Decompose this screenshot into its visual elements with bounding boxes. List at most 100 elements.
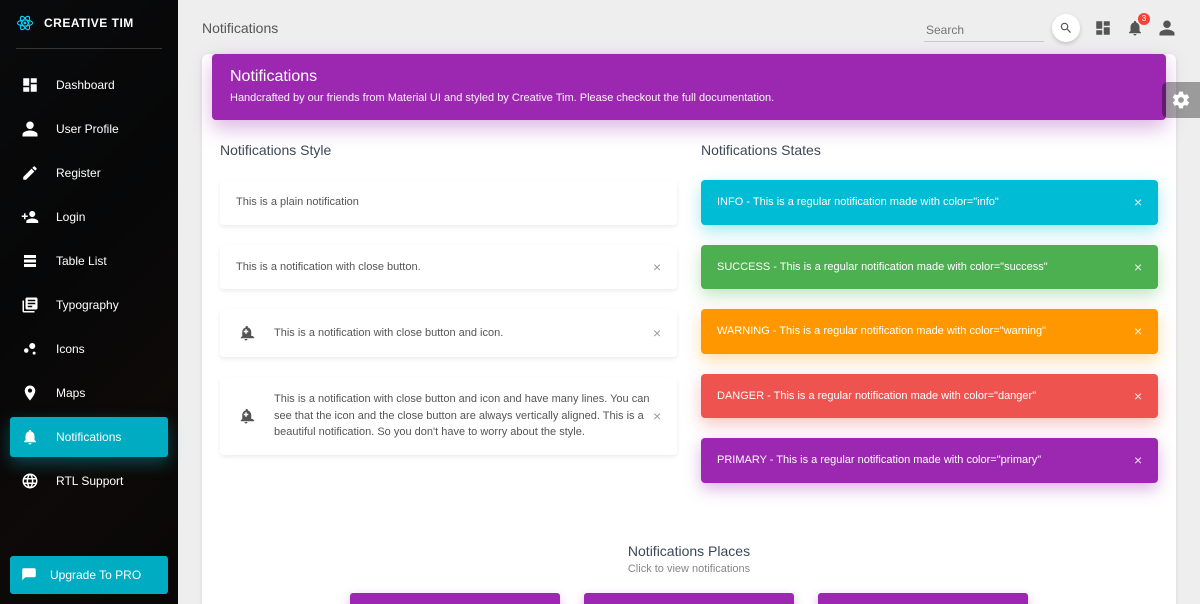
- sidebar-item-label: Typography: [56, 298, 119, 312]
- sidebar-item-register[interactable]: Register: [10, 153, 168, 193]
- alert-close-icon: This is a notification with close button…: [220, 309, 677, 357]
- places-title: Notifications Places: [220, 543, 1158, 559]
- location-icon: [20, 383, 40, 403]
- sidebar-item-label: Login: [56, 210, 85, 224]
- places-section: Notifications Places Click to view notif…: [202, 503, 1176, 604]
- sidebar-item-notifications[interactable]: Notifications: [10, 417, 168, 457]
- page-title: Notifications: [202, 20, 278, 36]
- alert-success: SUCCESS - This is a regular notification…: [701, 245, 1158, 290]
- topbar: Notifications 3: [202, 14, 1176, 42]
- alert-info: INFO - This is a regular notification ma…: [701, 180, 1158, 225]
- hero-title: Notifications: [230, 68, 1148, 86]
- sidebar-item-maps[interactable]: Maps: [10, 373, 168, 413]
- sidebar-item-label: Maps: [56, 386, 85, 400]
- sidebar: CREATIVE TIM Dashboard User Profile Regi…: [0, 0, 178, 604]
- sidebar-item-label: Icons: [56, 342, 85, 356]
- person-add-icon: [20, 207, 40, 227]
- top-center-button[interactable]: TOP CENTER: [584, 593, 794, 604]
- search-input[interactable]: [924, 19, 1044, 42]
- bell-icon: [20, 427, 40, 447]
- settings-fab[interactable]: [1162, 82, 1200, 118]
- top-right-button[interactable]: TOP RIGHT: [818, 593, 1028, 604]
- library-icon: [20, 295, 40, 315]
- states-column: Notifications States INFO - This is a re…: [701, 142, 1158, 503]
- sidebar-nav: Dashboard User Profile Register Login Ta…: [0, 55, 178, 546]
- link-material-ui[interactable]: Material UI: [388, 92, 441, 104]
- alert-primary: PRIMARY - This is a regular notification…: [701, 438, 1158, 483]
- sidebar-item-label: User Profile: [56, 122, 119, 136]
- brand-name: CREATIVE TIM: [44, 16, 134, 30]
- close-icon[interactable]: ×: [1134, 260, 1148, 274]
- sidebar-item-icons[interactable]: Icons: [10, 329, 168, 369]
- notifications-button[interactable]: 3: [1126, 19, 1144, 37]
- close-icon[interactable]: ×: [1134, 324, 1148, 338]
- search-icon: [1059, 21, 1073, 35]
- pencil-icon: [20, 163, 40, 183]
- close-icon[interactable]: ×: [653, 409, 667, 423]
- divider: [16, 48, 162, 49]
- close-icon[interactable]: ×: [1134, 389, 1148, 403]
- upgrade-wrap: Upgrade To PRO: [0, 546, 178, 604]
- top-left-button[interactable]: TOP LEFT: [350, 593, 560, 604]
- sidebar-item-label: Table List: [56, 254, 107, 268]
- hero-description: Handcrafted by our friends from Material…: [230, 92, 1148, 104]
- styles-column: Notifications Style This is a plain noti…: [220, 142, 677, 503]
- alert-message: SUCCESS - This is a regular notification…: [717, 259, 1142, 276]
- dashboard-button[interactable]: [1094, 19, 1112, 37]
- sidebar-item-dashboard[interactable]: Dashboard: [10, 65, 168, 105]
- sidebar-item-table-list[interactable]: Table List: [10, 241, 168, 281]
- table-icon: [20, 251, 40, 271]
- notifications-badge: 3: [1138, 13, 1150, 25]
- close-icon[interactable]: ×: [653, 260, 667, 274]
- sidebar-item-label: Dashboard: [56, 78, 115, 92]
- link-full-documentation[interactable]: full documentation: [682, 92, 771, 104]
- topbar-actions: 3: [924, 14, 1176, 42]
- places-subtitle: Click to view notifications: [220, 563, 1158, 575]
- alert-message: DANGER - This is a regular notification …: [717, 388, 1142, 405]
- search: [924, 14, 1080, 42]
- sidebar-item-label: Register: [56, 166, 101, 180]
- dashboard-icon: [1094, 19, 1112, 37]
- states-title: Notifications States: [701, 142, 1158, 158]
- places-buttons: TOP LEFT TOP CENTER TOP RIGHT: [220, 593, 1158, 604]
- content-card: Notifications Handcrafted by our friends…: [202, 54, 1176, 604]
- alert-close: This is a notification with close button…: [220, 245, 677, 290]
- sidebar-item-label: Notifications: [56, 430, 121, 444]
- styles-title: Notifications Style: [220, 142, 677, 158]
- person-icon: [20, 119, 40, 139]
- gear-icon: [1171, 90, 1191, 110]
- alert-message: This is a notification with close button…: [236, 259, 661, 276]
- alert-message: This is a plain notification: [236, 194, 661, 211]
- sidebar-item-typography[interactable]: Typography: [10, 285, 168, 325]
- sidebar-item-label: RTL Support: [56, 474, 123, 488]
- person-icon: [1158, 19, 1176, 37]
- close-icon[interactable]: ×: [653, 326, 667, 340]
- alert-danger: DANGER - This is a regular notification …: [701, 374, 1158, 419]
- alert-message: PRIMARY - This is a regular notification…: [717, 452, 1142, 469]
- upgrade-button[interactable]: Upgrade To PRO: [10, 556, 168, 594]
- alert-message: WARNING - This is a regular notification…: [717, 323, 1142, 340]
- search-button[interactable]: [1052, 14, 1080, 42]
- bell-add-icon: [236, 323, 256, 343]
- link-creative-tim[interactable]: Creative Tim: [512, 92, 574, 104]
- alert-message: This is a notification with close button…: [274, 391, 661, 441]
- hero: Notifications Handcrafted by our friends…: [212, 54, 1166, 120]
- brand[interactable]: CREATIVE TIM: [0, 0, 178, 48]
- sidebar-item-user-profile[interactable]: User Profile: [10, 109, 168, 149]
- close-icon[interactable]: ×: [1134, 453, 1148, 467]
- dashboard-icon: [20, 75, 40, 95]
- sidebar-item-login[interactable]: Login: [10, 197, 168, 237]
- alert-warning: WARNING - This is a regular notification…: [701, 309, 1158, 354]
- profile-button[interactable]: [1158, 19, 1176, 37]
- alert-multiline: This is a notification with close button…: [220, 377, 677, 455]
- close-icon[interactable]: ×: [1134, 195, 1148, 209]
- upgrade-icon: [20, 566, 38, 584]
- sidebar-item-rtl[interactable]: RTL Support: [10, 461, 168, 501]
- react-icon: [16, 14, 34, 32]
- alert-plain: This is a plain notification: [220, 180, 677, 225]
- alert-message: This is a notification with close button…: [274, 325, 661, 342]
- alert-message: INFO - This is a regular notification ma…: [717, 194, 1142, 211]
- upgrade-label: Upgrade To PRO: [50, 568, 141, 582]
- bubble-icon: [20, 339, 40, 359]
- main: Notifications 3: [178, 0, 1200, 604]
